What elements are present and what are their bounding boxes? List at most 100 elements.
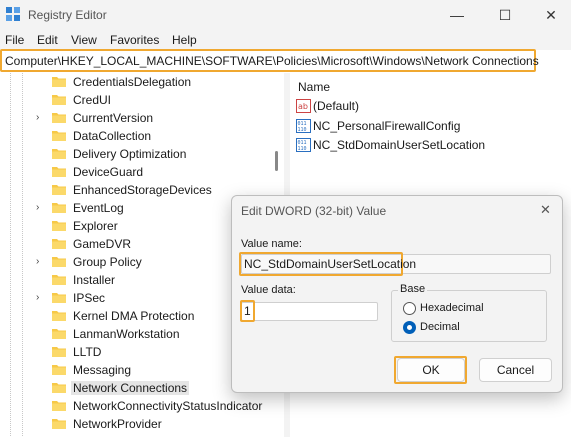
menu-file[interactable]: File bbox=[5, 33, 24, 47]
folder-icon bbox=[52, 383, 66, 393]
tree-item[interactable]: Delivery Optimization bbox=[0, 145, 268, 163]
base-label: Base bbox=[398, 283, 428, 295]
value-row-std-domain[interactable]: 011 110 NC_StdDomainUserSetLocation bbox=[296, 136, 566, 154]
tree-item[interactable]: GameDVR bbox=[0, 235, 268, 253]
tree-scrollbar-thumb[interactable] bbox=[275, 151, 278, 171]
menu-edit[interactable]: Edit bbox=[37, 33, 58, 47]
window-title: Registry Editor bbox=[28, 8, 107, 22]
value-name-text: NC_StdDomainUserSetLocation bbox=[244, 257, 417, 271]
close-button[interactable]: ✕ bbox=[528, 0, 571, 30]
tree-item-label: DataCollection bbox=[73, 129, 152, 143]
svg-text:110: 110 bbox=[298, 146, 307, 152]
tree-item-label: Explorer bbox=[73, 219, 118, 233]
tree-item[interactable]: › Group Policy bbox=[0, 253, 268, 271]
folder-icon bbox=[52, 365, 66, 375]
hexadecimal-label: Hexadecimal bbox=[420, 302, 484, 314]
cancel-button[interactable]: Cancel bbox=[479, 358, 552, 382]
dialog-title: Edit DWORD (32-bit) Value bbox=[241, 204, 387, 218]
tree-item-label: Messaging bbox=[73, 363, 132, 377]
tree-item-label: DeviceGuard bbox=[73, 165, 144, 179]
tree-item-label: LanmanWorkstation bbox=[73, 327, 180, 341]
folder-icon bbox=[52, 329, 66, 339]
ok-button-highlight bbox=[394, 356, 467, 384]
chevron-right-icon[interactable]: › bbox=[36, 202, 46, 214]
minimize-button[interactable]: — bbox=[434, 0, 480, 30]
folder-icon bbox=[52, 311, 66, 321]
base-group bbox=[391, 290, 547, 342]
tree-item[interactable]: LLTD bbox=[0, 343, 268, 361]
svg-text:ab: ab bbox=[298, 102, 308, 111]
address-path: Computer\HKEY_LOCAL_MACHINE\SOFTWARE\Pol… bbox=[5, 54, 539, 68]
tree-item-label: Delivery Optimization bbox=[73, 147, 187, 161]
tree-item[interactable]: LanmanWorkstation bbox=[0, 325, 268, 343]
folder-icon bbox=[52, 167, 66, 177]
tree-item-label: NetworkConnectivityStatusIndicator bbox=[73, 399, 263, 413]
tree-item[interactable]: Installer bbox=[0, 271, 268, 289]
chevron-right-icon[interactable]: › bbox=[36, 112, 46, 124]
folder-icon bbox=[52, 347, 66, 357]
folder-icon bbox=[52, 275, 66, 285]
edit-dword-dialog: Edit DWORD (32-bit) Value ✕ Value name: … bbox=[231, 195, 563, 393]
tree-item-label: GameDVR bbox=[73, 237, 132, 251]
value-row-default[interactable]: ab (Default) bbox=[296, 97, 566, 115]
tree-item[interactable]: Explorer bbox=[0, 217, 268, 235]
menu-help[interactable]: Help bbox=[172, 33, 197, 47]
folder-icon bbox=[52, 221, 66, 231]
folder-icon bbox=[52, 401, 66, 411]
tree-item[interactable]: NetworkProvider bbox=[0, 415, 268, 433]
tree-item[interactable]: EnhancedStorageDevices bbox=[0, 181, 268, 199]
value-data-field[interactable] bbox=[241, 302, 378, 321]
dialog-close-button[interactable]: ✕ bbox=[540, 202, 551, 218]
folder-icon bbox=[52, 113, 66, 123]
tree-item-label: Kernel DMA Protection bbox=[73, 309, 195, 323]
value-name-label: Value name: bbox=[241, 238, 302, 250]
tree-item[interactable]: CredentialsDelegation bbox=[0, 73, 268, 91]
tree-item-label: EnhancedStorageDevices bbox=[73, 183, 212, 197]
chevron-right-icon[interactable]: › bbox=[36, 256, 46, 268]
value-data-text: 1 bbox=[244, 304, 251, 318]
svg-text:110: 110 bbox=[298, 127, 307, 133]
string-value-icon: ab bbox=[296, 99, 311, 113]
address-bar[interactable]: Computer\HKEY_LOCAL_MACHINE\SOFTWARE\Pol… bbox=[0, 49, 539, 72]
tree-item[interactable]: Messaging bbox=[0, 361, 268, 379]
tree-item[interactable]: Kernel DMA Protection bbox=[0, 307, 268, 325]
menu-bar: File Edit View Favorites Help bbox=[0, 30, 571, 50]
value-row-personal-firewall[interactable]: 011 110 NC_PersonalFirewallConfig bbox=[296, 117, 566, 135]
registry-editor-icon bbox=[6, 7, 20, 21]
tree-item-label: LLTD bbox=[73, 345, 102, 359]
value-name: NC_StdDomainUserSetLocation bbox=[313, 138, 486, 152]
folder-icon bbox=[52, 95, 66, 105]
hexadecimal-radio[interactable] bbox=[403, 302, 416, 315]
menu-view[interactable]: View bbox=[71, 33, 97, 47]
tree-item-label: Network Connections bbox=[71, 381, 190, 395]
value-data-label: Value data: bbox=[241, 284, 296, 296]
chevron-right-icon[interactable]: › bbox=[36, 292, 46, 304]
tree-item-label: NetworkProvider bbox=[73, 417, 162, 431]
folder-icon bbox=[52, 77, 66, 87]
tree-item[interactable]: CredUI bbox=[0, 91, 268, 109]
tree-item[interactable]: NetworkConnectivityStatusIndicator bbox=[0, 397, 268, 415]
folder-icon bbox=[52, 257, 66, 267]
tree-item[interactable]: Network Connections bbox=[0, 379, 268, 397]
tree-item-label: EventLog bbox=[73, 201, 124, 215]
decimal-radio[interactable] bbox=[403, 321, 416, 334]
tree-item[interactable]: DeviceGuard bbox=[0, 163, 268, 181]
folder-icon bbox=[52, 203, 66, 213]
tree-item[interactable]: › CurrentVersion bbox=[0, 109, 268, 127]
value-name: NC_PersonalFirewallConfig bbox=[313, 119, 461, 133]
tree-item[interactable]: › IPSec bbox=[0, 289, 268, 307]
decimal-label: Decimal bbox=[420, 321, 460, 333]
tree-item-label: Installer bbox=[73, 273, 116, 287]
maximize-button[interactable]: ☐ bbox=[482, 0, 528, 30]
tree-item[interactable]: DataCollection bbox=[0, 127, 268, 145]
column-header-name[interactable]: Name bbox=[298, 80, 330, 94]
binary-value-icon: 011 110 bbox=[296, 119, 311, 133]
folder-icon bbox=[52, 293, 66, 303]
tree-item[interactable]: › EventLog bbox=[0, 199, 268, 217]
title-bar: Registry Editor — ☐ ✕ bbox=[0, 0, 571, 30]
binary-value-icon: 011 110 bbox=[296, 138, 311, 152]
tree-item-label: IPSec bbox=[73, 291, 106, 305]
menu-favorites[interactable]: Favorites bbox=[110, 33, 159, 47]
tree-item-label: CredentialsDelegation bbox=[73, 75, 192, 89]
value-name: (Default) bbox=[313, 99, 360, 113]
